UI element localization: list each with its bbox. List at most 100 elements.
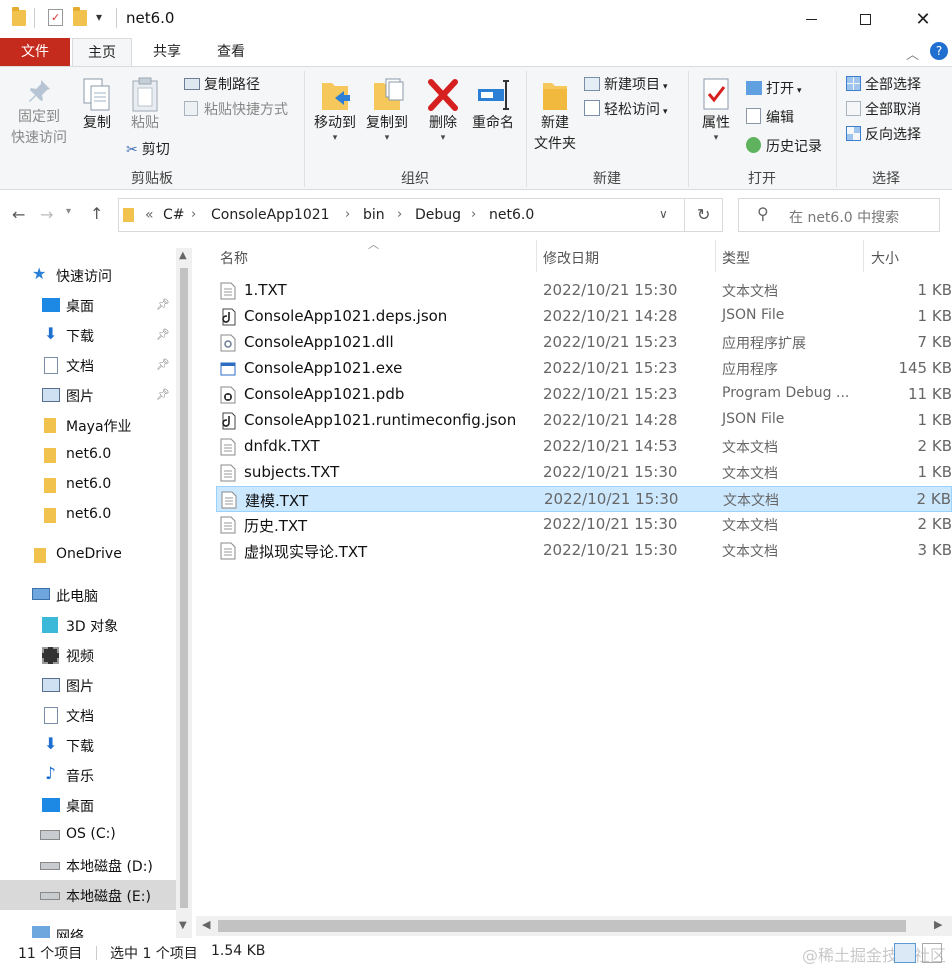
scroll-down-icon[interactable]: ▼ <box>179 920 187 931</box>
rename-button[interactable]: 重命名 <box>468 77 518 134</box>
paste-shortcut-button[interactable]: 粘贴快捷方式 <box>184 100 288 120</box>
nav-quick-access[interactable]: ★ 快速访问 <box>0 260 176 290</box>
nav-network[interactable]: 网络 <box>0 920 176 938</box>
nav-item-drive-e[interactable]: 本地磁盘 (E:) <box>0 880 176 910</box>
file-row[interactable]: ConsoleApp1021.exe 2022/10/21 15:23 应用程序 14… <box>216 356 952 382</box>
breadcrumb-debug[interactable]: Debug <box>415 207 461 223</box>
nav-item-music[interactable]: ♪ 音乐 <box>0 760 176 790</box>
edit-button[interactable]: 编辑 <box>746 108 794 128</box>
chevron-right-icon[interactable]: › <box>345 207 350 222</box>
breadcrumb-net6[interactable]: net6.0 <box>489 207 534 223</box>
tab-view[interactable]: 查看 <box>200 38 262 66</box>
close-button[interactable]: ✕ <box>896 0 950 38</box>
breadcrumb-bin[interactable]: bin <box>363 207 385 223</box>
file-row[interactable]: 历史.TXT 2022/10/21 15:30 文本文档 2 KB <box>216 512 952 538</box>
column-divider[interactable] <box>863 240 864 272</box>
pin-quick-access-button[interactable]: 固定到 快速访问 <box>4 77 74 149</box>
refresh-button[interactable]: ↻ <box>685 198 723 232</box>
nav-item-pictures[interactable]: 图片 📌︎ <box>0 380 176 410</box>
column-header-name[interactable]: 名称 <box>220 248 248 268</box>
nav-item-drive-c[interactable]: OS (C:) <box>0 820 176 850</box>
details-view-icon[interactable] <box>894 943 916 963</box>
recent-locations-icon[interactable]: ▾ <box>66 206 71 217</box>
column-header-size[interactable]: 大小 <box>871 248 899 268</box>
large-icons-view-icon[interactable] <box>922 943 942 963</box>
chevron-right-icon[interactable]: › <box>191 207 196 222</box>
nav-item-downloads[interactable]: ⬇ 下载 📌︎ <box>0 320 176 350</box>
open-button[interactable]: 打开 ▾ <box>746 79 802 101</box>
column-header-date[interactable]: 修改日期 <box>543 248 599 268</box>
column-header-type[interactable]: 类型 <box>722 248 750 268</box>
invert-selection-button[interactable]: 反向选择 <box>846 125 921 145</box>
file-row[interactable]: ConsoleApp1021.pdb 2022/10/21 15:23 Progra… <box>216 382 952 408</box>
copy-button[interactable]: 复制 <box>74 77 120 134</box>
chevron-right-icon[interactable]: › <box>471 207 476 222</box>
scroll-right-icon[interactable]: ▶ <box>934 918 942 931</box>
column-divider[interactable] <box>715 240 716 272</box>
nav-item-net6-3[interactable]: net6.0 <box>0 500 176 530</box>
breadcrumb-consoleapp[interactable]: ConsoleApp1021 <box>211 207 330 223</box>
search-input[interactable]: ⚲ 在 net6.0 中搜索 <box>738 198 940 232</box>
nav-this-pc[interactable]: 此电脑 <box>0 580 176 610</box>
chevron-right-icon[interactable]: › <box>397 207 402 222</box>
qat-dropdown-icon[interactable]: ▾ <box>96 10 102 24</box>
select-all-button[interactable]: 全部选择 <box>846 75 921 95</box>
file-row[interactable]: dnfdk.TXT 2022/10/21 14:53 文本文档 2 KB <box>216 434 952 460</box>
nav-item-pc-pictures[interactable]: 图片 <box>0 670 176 700</box>
scroll-up-icon[interactable]: ▲ <box>179 250 187 261</box>
file-row[interactable]: subjects.TXT 2022/10/21 15:30 文本文档 1 KB <box>216 460 952 486</box>
up-arrow-icon[interactable]: ↑ <box>90 204 103 223</box>
properties-qat-icon[interactable]: ✓ <box>48 9 63 26</box>
forward-arrow-icon[interactable]: → <box>40 205 53 224</box>
nav-item-drive-d[interactable]: 本地磁盘 (D:) <box>0 850 176 880</box>
properties-button[interactable]: 属性 ▾ <box>692 77 740 143</box>
new-folder-qat-icon[interactable] <box>73 7 87 26</box>
nav-item-pc-downloads[interactable]: ⬇ 下载 <box>0 730 176 760</box>
delete-button[interactable]: 删除 ▾ <box>420 77 466 143</box>
history-button[interactable]: 历史记录 <box>746 137 822 157</box>
file-row[interactable]: ConsoleApp1021.dll 2022/10/21 15:23 应用程序扩展… <box>216 330 952 356</box>
nav-item-net6-2[interactable]: net6.0 <box>0 470 176 500</box>
tab-share[interactable]: 共享 <box>136 38 198 66</box>
file-row[interactable]: 建模.TXT 2022/10/21 15:30 文本文档 2 KB <box>216 486 952 512</box>
nav-scrollbar[interactable]: ▲ ▼ <box>176 248 192 938</box>
new-item-button[interactable]: 新建项目 ▾ <box>584 75 668 97</box>
nav-item-pc-documents[interactable]: 文档 <box>0 700 176 730</box>
file-row[interactable]: ConsoleApp1021.deps.json 2022/10/21 14:28… <box>216 304 952 330</box>
easy-access-button[interactable]: 轻松访问 ▾ <box>584 100 668 122</box>
paste-button[interactable]: 粘贴 <box>122 77 168 134</box>
collapse-ribbon-icon[interactable]: ︿ <box>906 44 919 63</box>
breadcrumb-csharp[interactable]: C# <box>163 207 185 223</box>
copy-to-button[interactable]: 复制到 ▾ <box>362 77 412 143</box>
horizontal-scrollbar[interactable]: ◀ ▶ <box>196 916 952 936</box>
address-bar[interactable]: « C# › ConsoleApp1021 › bin › Debug › ne… <box>118 198 685 232</box>
horizontal-scroll-thumb[interactable] <box>218 920 906 932</box>
nav-item-desktop[interactable]: 桌面 📌︎ <box>0 290 176 320</box>
move-to-button[interactable]: 移动到 ▾ <box>310 77 360 143</box>
copy-path-button[interactable]: 复制路径 <box>184 75 260 95</box>
maximize-button[interactable] <box>838 0 892 38</box>
file-row[interactable]: ConsoleApp1021.runtimeconfig.json 2022/10… <box>216 408 952 434</box>
tab-home[interactable]: 主页 <box>72 38 132 66</box>
nav-item-pc-desktop[interactable]: 桌面 <box>0 790 176 820</box>
help-icon[interactable]: ? <box>930 42 948 60</box>
nav-scroll-thumb[interactable] <box>180 268 188 908</box>
back-arrow-icon[interactable]: ← <box>12 205 25 224</box>
nav-item-videos[interactable]: 视频 <box>0 640 176 670</box>
nav-item-documents[interactable]: 文档 📌︎ <box>0 350 176 380</box>
nav-item-maya[interactable]: Maya作业 <box>0 410 176 440</box>
nav-item-3d-objects[interactable]: 3D 对象 <box>0 610 176 640</box>
minimize-button[interactable] <box>784 0 838 38</box>
file-row[interactable]: 虚拟现实导论.TXT 2022/10/21 15:30 文本文档 3 KB <box>216 538 952 564</box>
cut-button[interactable]: ✂ 剪切 <box>126 140 170 160</box>
select-none-button[interactable]: 全部取消 <box>846 100 921 120</box>
nav-item-net6-1[interactable]: net6.0 <box>0 440 176 470</box>
file-row[interactable]: 1.TXT 2022/10/21 15:30 文本文档 1 KB <box>216 278 952 304</box>
tab-file[interactable]: 文件 <box>0 38 70 66</box>
nav-onedrive[interactable]: OneDrive <box>0 540 176 570</box>
scroll-left-icon[interactable]: ◀ <box>202 918 210 931</box>
new-folder-button[interactable]: 新建 文件夹 <box>530 77 580 155</box>
breadcrumb-overflow[interactable]: « <box>145 207 154 223</box>
chevron-down-icon[interactable]: ∨ <box>659 207 668 221</box>
column-divider[interactable] <box>536 240 537 272</box>
